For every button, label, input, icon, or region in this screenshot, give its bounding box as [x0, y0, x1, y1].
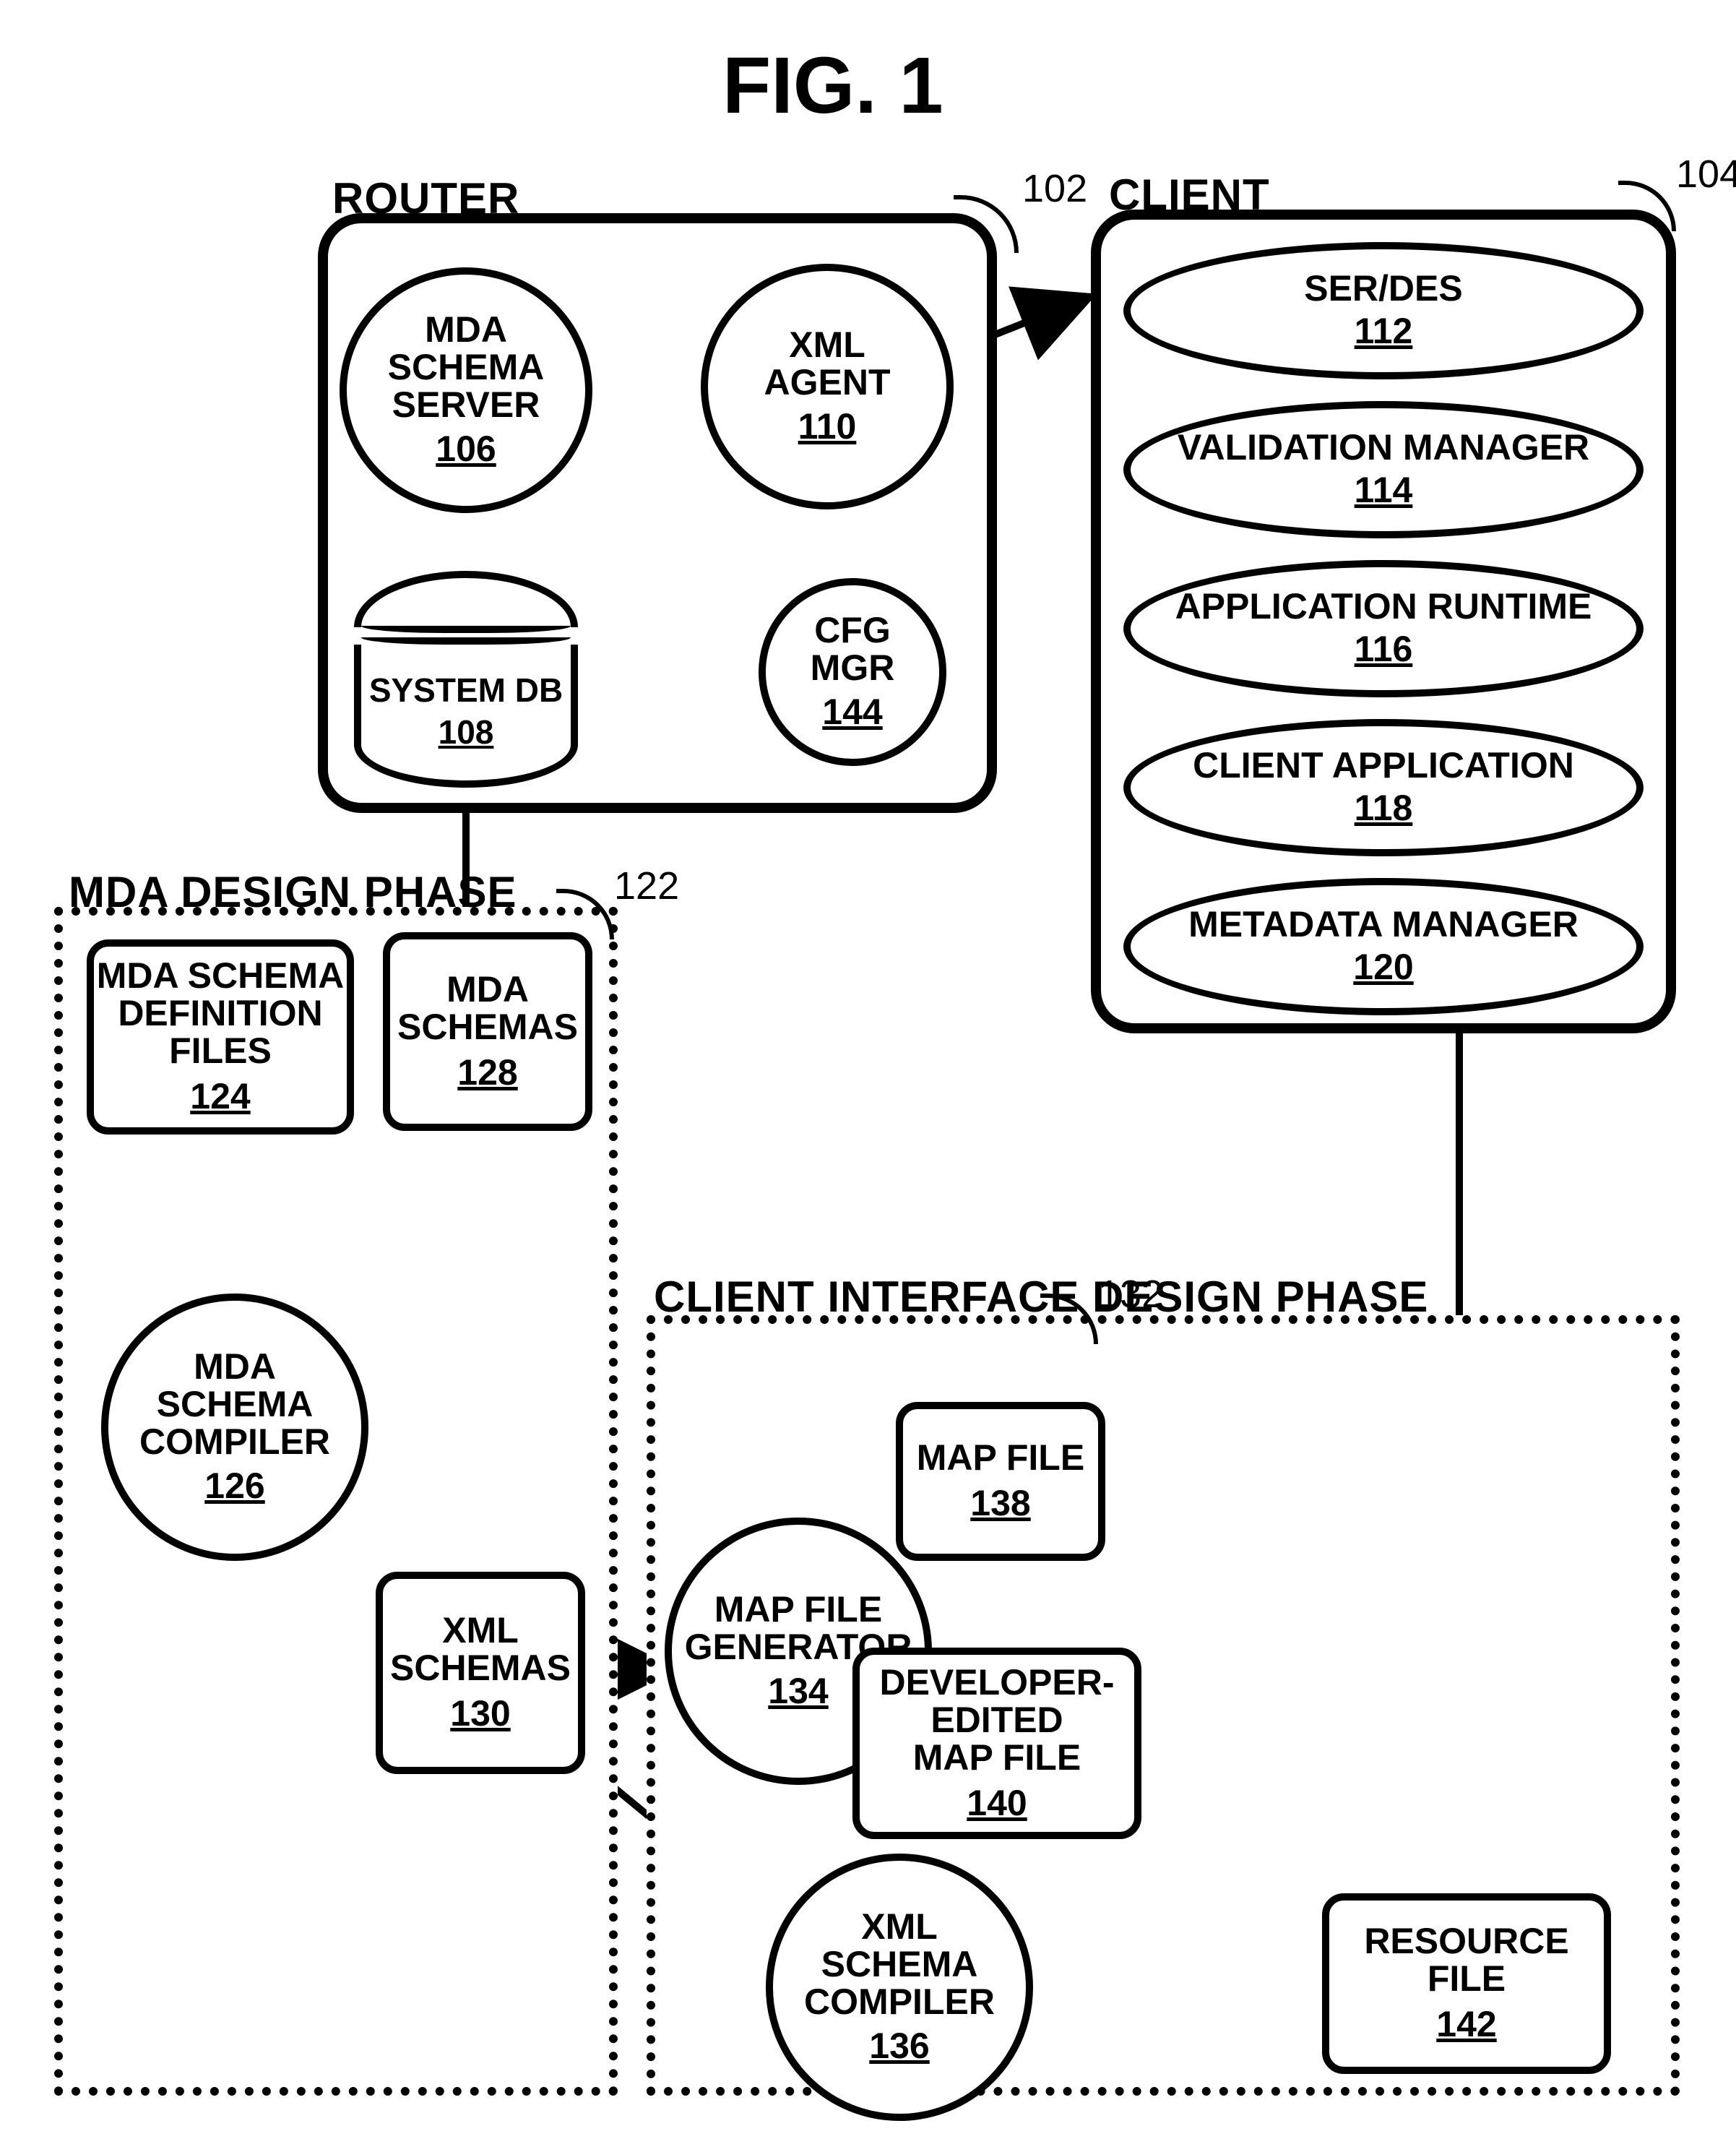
router-label: ROUTER [332, 173, 519, 223]
client-phase-ref: 132 [1098, 1272, 1163, 1317]
client-ref-leader [1618, 181, 1676, 231]
xml-schemas: XML SCHEMAS 130 [376, 1572, 585, 1774]
dev-map-file: DEVELOPER- EDITED MAP FILE 140 [852, 1648, 1141, 1839]
xml-schemas-num: 130 [450, 1692, 510, 1734]
mda-schemas-name: MDA SCHEMAS [397, 970, 578, 1046]
client-serdes-name: SER/DES [1304, 270, 1463, 307]
client-metadata: METADATA MANAGER 120 [1123, 878, 1644, 1015]
mda-phase-ref: 122 [614, 864, 679, 908]
client-serdes: SER/DES 112 [1123, 242, 1644, 379]
client-app: CLIENT APPLICATION 118 [1123, 719, 1644, 856]
system-db-num: 108 [439, 713, 494, 752]
figure-title: FIG. 1 [722, 40, 943, 132]
router-ref-leader [954, 195, 1019, 253]
client-runtime: APPLICATION RUNTIME 116 [1123, 560, 1644, 697]
xml-schema-compiler-num: 136 [869, 2025, 929, 2067]
system-db-name: SYSTEM DB [369, 673, 563, 708]
mda-compiler: MDA SCHEMA COMPILER 126 [101, 1294, 368, 1561]
client-validation-name: VALIDATION MANAGER [1178, 429, 1589, 466]
router-ref: 102 [1022, 166, 1087, 211]
mda-def-files: MDA SCHEMA DEFINITION FILES 124 [87, 939, 354, 1135]
client-runtime-num: 116 [1355, 628, 1413, 670]
mda-schema-server: MDA SCHEMA SERVER 106 [340, 267, 592, 513]
client-serdes-num: 112 [1355, 310, 1413, 352]
client-ref: 104 [1676, 152, 1736, 197]
map-file-num: 138 [970, 1482, 1030, 1524]
xml-schema-compiler-name: XML SCHEMA COMPILER [804, 1908, 995, 2020]
mda-schemas: MDA SCHEMAS 128 [383, 932, 592, 1131]
cfg-mgr: CFG MGR 144 [759, 578, 946, 766]
resource-file: RESOURCE FILE 142 [1322, 1893, 1611, 2074]
mda-def-files-num: 124 [190, 1075, 250, 1117]
map-file-generator-num: 134 [768, 1670, 828, 1712]
mda-compiler-name: MDA SCHEMA COMPILER [139, 1348, 330, 1460]
system-db: SYSTEM DB 108 [354, 571, 578, 788]
cfg-mgr-name: CFG MGR [811, 611, 895, 687]
mda-phase-label: MDA DESIGN PHASE [69, 867, 517, 917]
xml-schemas-name: XML SCHEMAS [390, 1611, 571, 1687]
map-file-name: MAP FILE [917, 1439, 1084, 1476]
mda-compiler-num: 126 [204, 1465, 264, 1507]
mda-schemas-num: 128 [457, 1051, 517, 1093]
xml-agent-num: 110 [798, 405, 857, 447]
client-metadata-num: 120 [1353, 946, 1413, 988]
client-label: CLIENT [1109, 170, 1270, 220]
dev-map-file-num: 140 [967, 1782, 1027, 1824]
client-validation-num: 114 [1355, 469, 1413, 511]
xml-agent-name: XML AGENT [764, 326, 891, 401]
resource-file-num: 142 [1436, 2003, 1496, 2045]
xml-schema-compiler: XML SCHEMA COMPILER 136 [766, 1854, 1033, 2121]
client-app-name: CLIENT APPLICATION [1193, 747, 1574, 784]
mda-schema-server-num: 106 [436, 428, 496, 470]
mda-def-files-name: MDA SCHEMA DEFINITION FILES [97, 957, 345, 1069]
client-validation: VALIDATION MANAGER 114 [1123, 401, 1644, 538]
resource-file-name: RESOURCE FILE [1364, 1922, 1568, 1997]
dev-map-file-name: DEVELOPER- EDITED MAP FILE [879, 1664, 1114, 1776]
client-runtime-name: APPLICATION RUNTIME [1175, 588, 1592, 625]
cfg-mgr-num: 144 [822, 691, 882, 733]
xml-agent: XML AGENT 110 [701, 264, 954, 509]
client-app-num: 118 [1355, 787, 1413, 829]
client-metadata-name: METADATA MANAGER [1188, 906, 1579, 943]
mda-schema-server-name: MDA SCHEMA SERVER [388, 311, 545, 423]
map-file: MAP FILE 138 [896, 1402, 1105, 1561]
